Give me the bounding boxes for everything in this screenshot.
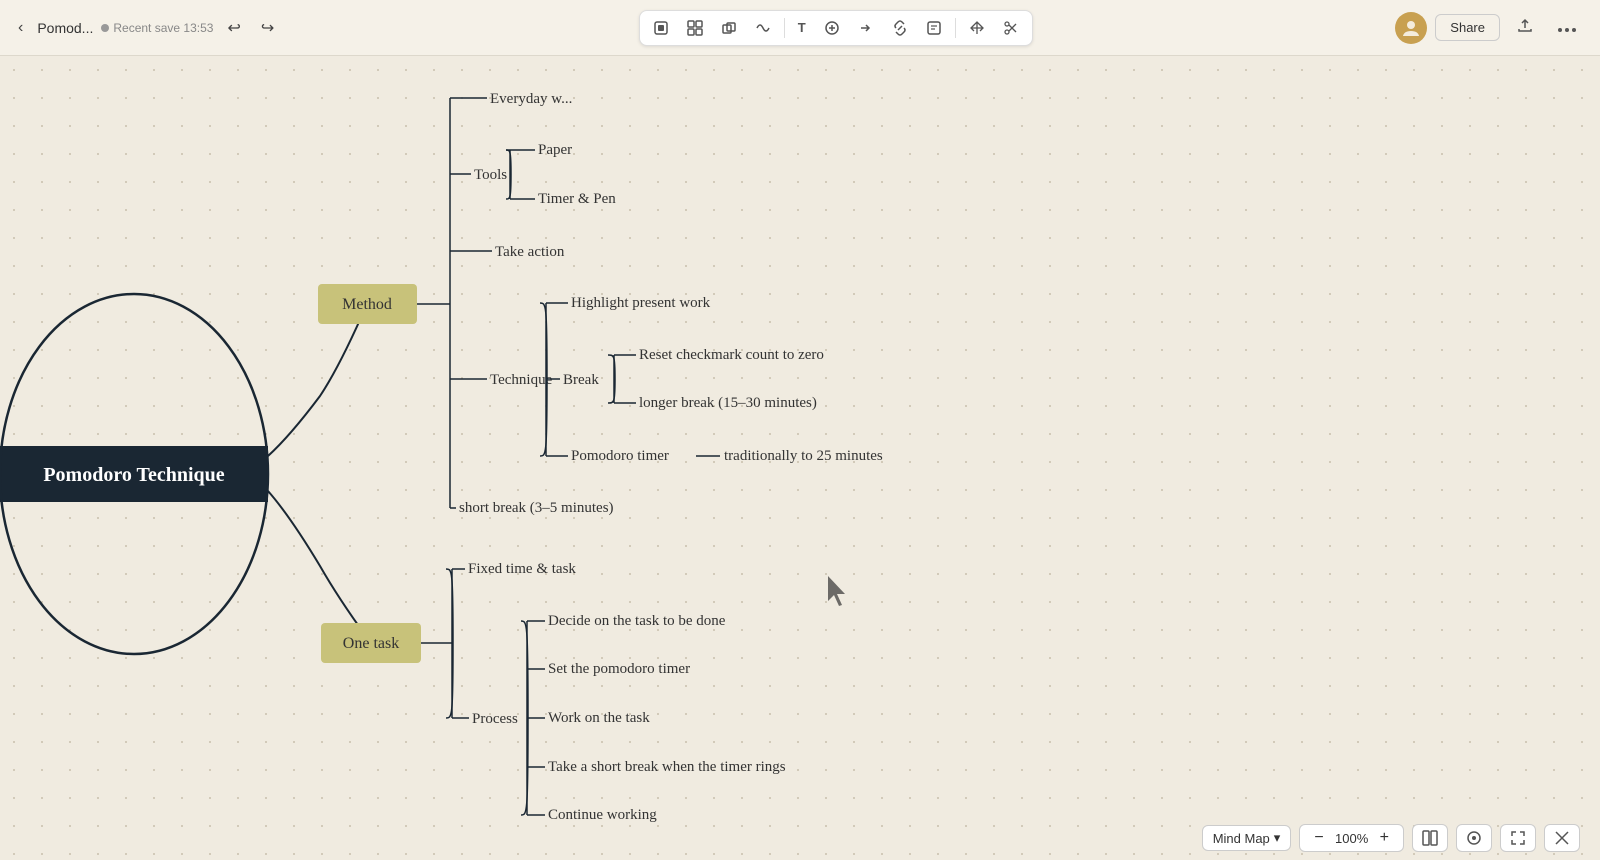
root-label: Pomodoro Technique bbox=[43, 464, 224, 486]
zoom-minus-button[interactable]: − bbox=[1310, 829, 1327, 847]
arrow-tool-btn[interactable] bbox=[851, 15, 881, 41]
bottom-toolbar: Mind Map ▾ − 100% + bbox=[0, 816, 1600, 860]
pomodoro-timer-label: Pomodoro timer bbox=[571, 448, 669, 464]
top-toolbar: ‹ Pomod... Recent save 13:53 ↩ ↪ bbox=[0, 0, 1600, 56]
mindmap-svg: Pomodoro Technique Method Everyday w... … bbox=[0, 56, 1600, 860]
save-status-text: Recent save 13:53 bbox=[113, 21, 213, 35]
share-button[interactable]: Share bbox=[1435, 14, 1500, 41]
group-tool-btn[interactable] bbox=[714, 15, 744, 41]
extra-view-button[interactable] bbox=[1544, 824, 1580, 852]
tool-group: T bbox=[639, 10, 1033, 46]
upload-button[interactable] bbox=[1508, 11, 1542, 44]
select-tool-btn[interactable] bbox=[646, 15, 676, 41]
move-tool-btn[interactable] bbox=[962, 15, 992, 41]
chevron-down-icon: ▾ bbox=[1274, 830, 1281, 846]
toolbar-left: ‹ Pomod... Recent save 13:53 ↩ ↪ bbox=[0, 12, 292, 44]
break-label: Break bbox=[563, 372, 599, 388]
cursor bbox=[828, 576, 845, 606]
set-timer-label: Set the pomodoro timer bbox=[548, 661, 690, 677]
link-view-button[interactable] bbox=[1456, 824, 1492, 852]
work-task-label: Work on the task bbox=[548, 710, 650, 726]
timer-pen-label: Timer & Pen bbox=[538, 191, 616, 207]
fit-screen-button[interactable] bbox=[1500, 824, 1536, 852]
back-button[interactable]: ‹ bbox=[12, 13, 29, 43]
toolbar-center: T bbox=[292, 10, 1379, 46]
style-tool-btn[interactable] bbox=[748, 15, 778, 41]
undo-button[interactable]: ↩ bbox=[221, 12, 246, 44]
tool-divider-1 bbox=[784, 18, 785, 38]
onetask-label: One task bbox=[343, 635, 399, 652]
tools-label: Tools bbox=[474, 167, 507, 183]
note-tool-btn[interactable] bbox=[919, 15, 949, 41]
traditionally-label: traditionally to 25 minutes bbox=[724, 448, 883, 464]
decide-label: Decide on the task to be done bbox=[548, 613, 726, 629]
doc-title: Pomod... bbox=[37, 20, 93, 36]
paper-label: Paper bbox=[538, 142, 572, 158]
zoom-level-display: 100% bbox=[1334, 831, 1370, 846]
user-avatar bbox=[1395, 12, 1427, 44]
short-break-label: short break (3–5 minutes) bbox=[459, 500, 614, 516]
highlight-label: Highlight present work bbox=[571, 295, 711, 311]
line-root-method bbox=[268, 304, 367, 456]
everyday-label: Everyday w... bbox=[490, 91, 572, 107]
reset-label: Reset checkmark count to zero bbox=[639, 347, 824, 363]
process-label: Process bbox=[472, 711, 518, 727]
text-tool-btn[interactable]: T bbox=[791, 15, 813, 40]
line-root-onetask bbox=[268, 491, 371, 643]
frame-tool-btn[interactable] bbox=[680, 15, 710, 41]
method-label: Method bbox=[342, 296, 392, 313]
layout-toggle-button[interactable] bbox=[1412, 824, 1448, 852]
redo-button[interactable]: ↪ bbox=[255, 12, 280, 44]
take-action-label: Take action bbox=[495, 244, 565, 260]
tool-divider-2 bbox=[955, 18, 956, 38]
short-break-timer-label: Take a short break when the timer rings bbox=[548, 759, 786, 775]
zoom-controls: − 100% + bbox=[1299, 824, 1404, 852]
zoom-plus-button[interactable]: + bbox=[1376, 829, 1393, 847]
toolbar-right: Share bbox=[1379, 11, 1600, 44]
technique-label: Technique bbox=[490, 372, 553, 388]
fixed-time-label: Fixed time & task bbox=[468, 561, 576, 577]
mode-label: Mind Map bbox=[1213, 831, 1270, 846]
canvas[interactable]: Pomodoro Technique Method Everyday w... … bbox=[0, 56, 1600, 860]
link-tool-btn[interactable] bbox=[885, 15, 915, 41]
save-status: Recent save 13:53 bbox=[101, 21, 213, 35]
mode-selector[interactable]: Mind Map ▾ bbox=[1202, 825, 1292, 851]
more-button[interactable] bbox=[1550, 14, 1584, 42]
scissors-tool-btn[interactable] bbox=[996, 15, 1026, 41]
save-dot bbox=[101, 24, 109, 32]
longer-break-label: longer break (15–30 minutes) bbox=[639, 395, 817, 411]
add-tool-btn[interactable] bbox=[817, 15, 847, 41]
